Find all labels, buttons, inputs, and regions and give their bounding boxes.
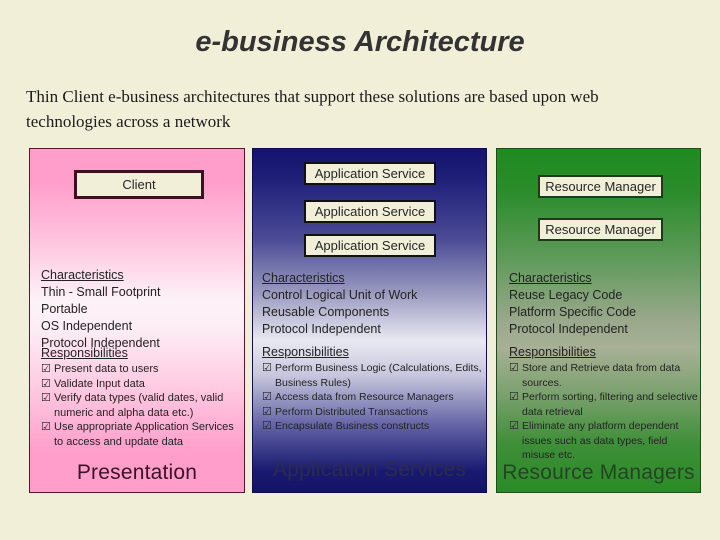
- rm-responsibility-item: ☑ Eliminate any platform dependent issues…: [509, 419, 699, 463]
- rm-responsibility-text: Perform sorting, filtering and selective…: [522, 391, 698, 418]
- subtitle-text: Thin Client e-business architectures tha…: [26, 87, 599, 131]
- app-responsibility-item: ☑ Perform Distributed Transactions: [262, 405, 486, 420]
- client-characteristic-item: Thin - Small Footprint: [41, 285, 161, 299]
- client-responsibility-text: Present data to users: [54, 363, 159, 375]
- rm-characteristics-block: Characteristics Reuse Legacy Code Platfo…: [509, 270, 700, 338]
- client-characteristics-block: Characteristics Thin - Small Footprint P…: [41, 267, 241, 352]
- client-characteristic-item: OS Independent: [41, 319, 133, 333]
- rm-responsibility-item: ☑ Perform sorting, filtering and selectiv…: [509, 390, 699, 419]
- column-application-services: Application Service Application Service …: [252, 148, 487, 493]
- column-footer-resource-managers: Resource Managers: [502, 461, 695, 484]
- app-responsibility-text: Perform Distributed Transactions: [275, 405, 428, 418]
- node-resource-manager-label: Resource Manager: [545, 179, 656, 194]
- checkbox-icon: ☑: [509, 362, 519, 374]
- client-responsibility-text: Validate Input data: [54, 377, 145, 390]
- app-responsibility-item: ☑ Perform Business Logic (Calculations, E…: [262, 361, 486, 390]
- app-responsibility-item: ☑ Encapsulate Business constructs: [262, 419, 486, 434]
- client-responsibility-item: ☑ Present data to users: [41, 362, 239, 377]
- node-application-service[interactable]: Application Service: [304, 234, 436, 257]
- app-characteristic-item: Control Logical Unit of Work: [262, 288, 418, 302]
- rm-responsibilities-header: Responsibilities: [509, 345, 596, 359]
- app-characteristic-item: Protocol Independent: [262, 322, 381, 336]
- checkbox-icon: ☑: [262, 420, 272, 432]
- column-resource-managers: Resource Manager Resource Manager Charac…: [496, 148, 701, 493]
- column-footer-application-services: Application Services: [272, 458, 467, 481]
- slide-canvas: e-business Architecture Thin Client e-bu…: [0, 0, 720, 540]
- checkbox-icon: ☑: [509, 391, 519, 403]
- column-client: Client Characteristics Thin - Small Foot…: [29, 148, 245, 493]
- rm-responsibilities-block: Responsibilities ☑ Store and Retrieve dat…: [509, 344, 699, 463]
- client-responsibilities-block: Responsibilities ☑ Present data to users …: [41, 345, 239, 449]
- client-responsibilities-header: Responsibilities: [41, 346, 128, 360]
- client-responsibility-item: ☑ Validate Input data: [41, 377, 239, 392]
- node-application-service-label: Application Service: [314, 166, 426, 181]
- checkbox-icon: ☑: [262, 362, 272, 374]
- rm-characteristic-item: Protocol Independent: [509, 322, 628, 336]
- checkbox-icon: ☑: [262, 405, 272, 418]
- node-resource-manager[interactable]: Resource Manager: [538, 218, 663, 241]
- node-resource-manager[interactable]: Resource Manager: [538, 175, 663, 198]
- app-responsibility-text: Encapsulate Business constructs: [275, 420, 430, 432]
- app-characteristics-header: Characteristics: [262, 271, 345, 285]
- rm-characteristic-item: Platform Specific Code: [509, 305, 637, 319]
- client-responsibility-text: Verify data types (valid dates, valid nu…: [54, 392, 224, 419]
- client-characteristics-header: Characteristics: [41, 268, 124, 282]
- node-application-service[interactable]: Application Service: [304, 162, 436, 185]
- checkbox-icon: ☑: [41, 392, 51, 404]
- rm-characteristics-header: Characteristics: [509, 271, 592, 285]
- node-application-service-label: Application Service: [314, 204, 426, 219]
- app-responsibility-text: Access data from Resource Managers: [275, 391, 454, 403]
- app-characteristics-block: Characteristics Control Logical Unit of …: [262, 270, 484, 338]
- app-responsibilities-header: Responsibilities: [262, 345, 349, 359]
- node-application-service-label: Application Service: [314, 238, 426, 253]
- checkbox-icon: ☑: [262, 391, 272, 403]
- client-characteristic-item: Portable: [41, 302, 88, 316]
- node-resource-manager-label: Resource Manager: [545, 222, 656, 237]
- page-title: e-business Architecture: [195, 26, 525, 58]
- rm-responsibility-text: Eliminate any platform dependent issues …: [522, 420, 679, 461]
- checkbox-icon: ☑: [509, 420, 519, 432]
- node-application-service[interactable]: Application Service: [304, 200, 436, 223]
- checkbox-icon: ☑: [41, 377, 51, 390]
- client-responsibility-item: ☑ Use appropriate Application Services to…: [41, 420, 239, 449]
- client-responsibility-item: ☑ Verify data types (valid dates, valid n…: [41, 391, 239, 420]
- app-responsibility-text: Perform Business Logic (Calculations, Ed…: [275, 362, 482, 389]
- app-responsibilities-block: Responsibilities ☑ Perform Business Logic…: [262, 344, 486, 434]
- rm-responsibility-text: Store and Retrieve data from data source…: [522, 362, 681, 389]
- app-characteristic-item: Reusable Components: [262, 305, 390, 319]
- checkbox-icon: ☑: [41, 363, 51, 375]
- node-client[interactable]: Client: [74, 170, 204, 199]
- client-responsibility-text: Use appropriate Application Services to …: [54, 421, 234, 448]
- rm-responsibility-item: ☑ Store and Retrieve data from data sourc…: [509, 361, 699, 390]
- app-responsibility-item: ☑ Access data from Resource Managers: [262, 390, 486, 405]
- column-footer-presentation: Presentation: [76, 461, 198, 484]
- rm-characteristic-item: Reuse Legacy Code: [509, 288, 623, 302]
- node-client-label: Client: [122, 177, 156, 192]
- checkbox-icon: ☑: [41, 421, 51, 433]
